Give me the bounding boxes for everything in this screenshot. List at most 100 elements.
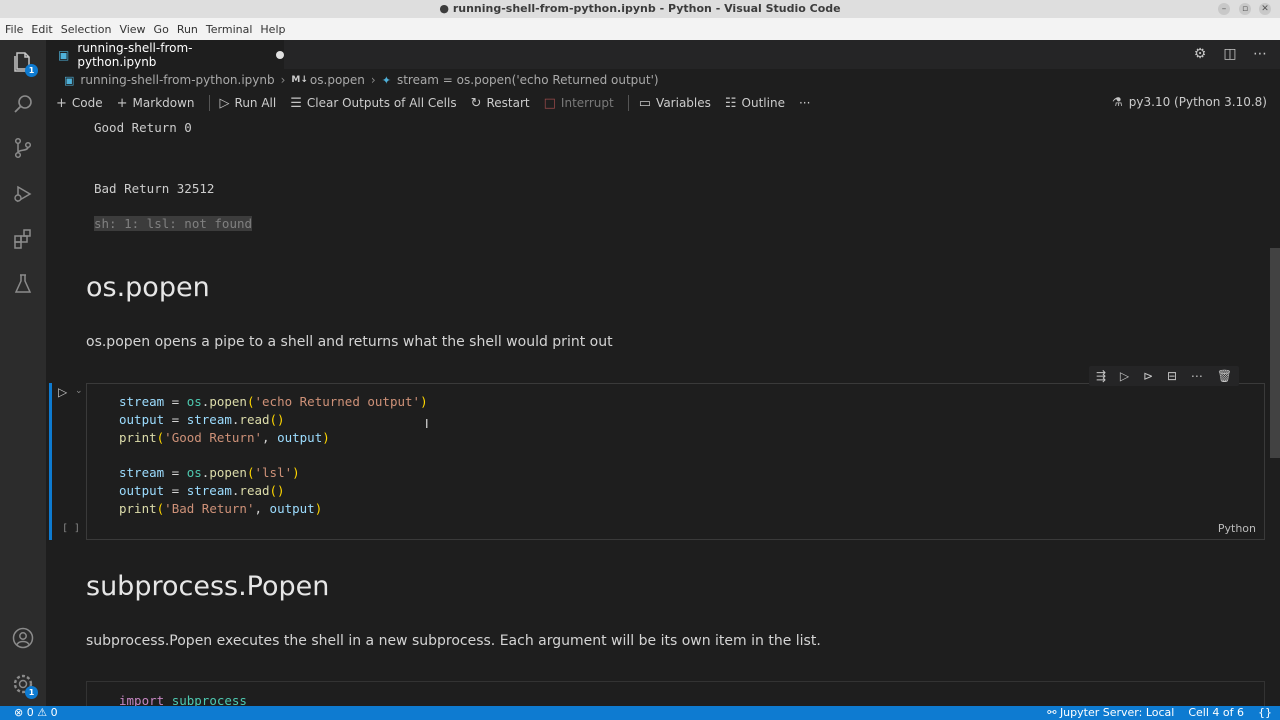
source-control-icon [14,137,32,159]
markdown-icon: M↓ [291,75,308,85]
activity-bar: 1 1 [0,40,46,706]
tab-label: running-shell-from-python.ipynb [77,41,193,69]
notifications-icon[interactable]: {} [1258,706,1272,720]
menu-terminal[interactable]: Terminal [206,23,253,36]
run-all-icon: ▷ [219,95,230,111]
explorer-button[interactable]: 1 [9,48,38,77]
notebook-toolbar: + Code + Markdown ▷ Run All ☰ Clear Outputs … [46,91,1280,115]
menu-selection[interactable]: Selection [61,23,112,36]
plug-icon: ⚯ [1047,706,1060,719]
add-code-cell-button[interactable]: + Code [56,96,103,111]
split-editor-icon[interactable]: ◫ [1222,46,1238,62]
add-markdown-cell-button[interactable]: + Markdown [117,96,195,111]
chevron-right-icon: › [370,73,376,87]
tab-notebook[interactable]: ▣ running-shell-from-python.ipynb [46,40,284,69]
code-keyword: import [119,693,165,706]
cell-position[interactable]: Cell 4 of 6 [1188,706,1244,720]
code-module: subprocess [171,693,247,706]
menu-view[interactable]: View [119,23,145,36]
notebook-file-icon: ▣ [58,48,70,62]
chevron-right-icon: › [280,73,286,87]
restart-button[interactable]: ↻ Restart [471,96,530,111]
code-line: output = stream.read() [119,483,285,498]
markdown-heading-popen: os.popen [86,272,210,303]
code-line: output = stream.read() [119,412,285,427]
execute-above-icon[interactable]: ▷ [1120,369,1129,383]
more-cell-actions-icon[interactable]: ⋯ [1191,369,1203,383]
more-toolbar-button[interactable]: ··· [799,96,810,110]
cell-language[interactable]: Python [1218,522,1256,535]
flask-icon [14,274,32,293]
breadcrumb-section[interactable]: os.popen [310,73,365,87]
more-actions-icon[interactable]: ⋯ [1252,46,1268,62]
window-title: ● running-shell-from-python.ipynb - Pyth… [439,2,841,15]
search-button[interactable] [9,90,37,118]
minimize-button[interactable]: – [1218,3,1230,15]
run-debug-button[interactable] [9,180,37,208]
manage-button[interactable]: 1 [9,670,38,699]
problems-indicator[interactable]: ⊗ 0 ⚠ 0 [14,706,58,720]
outline-button[interactable]: ☷ Outline [725,96,785,111]
notebook-editor: Good Return 0 Bad Return 32512 sh: 1: ls… [46,115,1268,706]
menu-file[interactable]: File [5,23,23,36]
cell-focus-indicator [49,383,52,540]
delete-cell-icon[interactable]: 🗑 [1217,369,1232,383]
breadcrumb: ▣ running-shell-from-python.ipynb › M↓ o… [46,69,1280,91]
interrupt-button[interactable]: □ Interrupt [544,96,614,111]
text-cursor-icon: I [425,417,429,431]
code-line: print('Bad Return', output) [119,501,323,516]
extensions-button[interactable] [9,225,37,253]
jupyter-server-status[interactable]: ⚯ Jupyter Server: Local [1047,706,1174,720]
account-icon [12,627,34,649]
chevron-down-icon[interactable]: ⌄ [75,386,83,396]
close-button[interactable]: ✕ [1259,3,1271,15]
plus-icon: + [56,95,67,111]
menu-bar: File Edit Selection View Go Run Terminal… [0,18,1280,40]
status-bar: ⊗ 0 ⚠ 0 ⚯ Jupyter Server: Local Cell 4 o… [0,706,1280,720]
plus-icon: + [116,95,128,111]
stop-icon: □ [543,95,556,111]
kernel-picker[interactable]: ⚗ py3.10 (Python 3.10.8) [1112,95,1267,109]
run-cell-button[interactable]: ▷ [58,385,67,399]
markdown-text-popen: os.popen opens a pipe to a shell and ret… [86,334,613,350]
breadcrumb-symbol[interactable]: stream = os.popen('echo Returned output'… [397,73,659,87]
restart-icon: ↻ [470,95,482,111]
scrollbar-thumb[interactable] [1270,248,1280,458]
run-debug-icon [14,185,32,203]
unsaved-dot-icon[interactable] [276,51,284,59]
menu-edit[interactable]: Edit [31,23,52,36]
menu-help[interactable]: Help [260,23,285,36]
run-by-line-icon[interactable]: ⇶ [1096,369,1106,383]
search-icon [14,95,32,113]
markdown-heading-subprocess: subprocess.Popen [86,571,330,602]
menu-run[interactable]: Run [177,23,198,36]
breadcrumb-file[interactable]: running-shell-from-python.ipynb [80,73,274,87]
cell-toolbar: ⇶ ▷ ⊳ ⊟ ⋯ 🗑 [1089,366,1239,386]
code-line: print('Good Return', output) [119,430,330,445]
maximize-button[interactable]: ▫ [1239,3,1251,15]
settings-gear-icon[interactable]: ⚙ [1192,46,1208,62]
python-icon: ✦ [381,73,391,87]
window-title-bar: ● running-shell-from-python.ipynb - Pyth… [0,0,1280,18]
code-line: stream = os.popen('lsl') [119,465,300,480]
variables-button[interactable]: ▭ Variables [639,96,711,111]
menu-go[interactable]: Go [154,23,169,36]
error-icon: ⊗ [14,706,24,719]
source-control-button[interactable] [9,134,37,162]
output-stderr: sh: 1: lsl: not found [94,216,253,231]
code-cell[interactable]: import subprocess [86,681,1265,706]
clear-outputs-button[interactable]: ☰ Clear Outputs of All Cells [290,96,456,111]
split-cell-icon[interactable]: ⊟ [1167,369,1177,383]
code-line: stream = os.popen('echo Returned output'… [119,394,428,409]
markdown-text-subprocess: subprocess.Popen executes the shell in a… [86,633,821,649]
editor-tab-bar: ▣ running-shell-from-python.ipynb ⚙ ◫ ⋯ [46,40,1280,69]
output-bad-return: Bad Return 32512 [94,181,215,196]
testing-button[interactable] [9,270,37,298]
outline-icon: ☷ [724,95,737,111]
extensions-icon [14,229,31,249]
run-all-button[interactable]: ▷ Run All [220,96,277,111]
accounts-button[interactable] [9,624,37,652]
execute-below-icon[interactable]: ⊳ [1143,369,1153,383]
notebook-file-icon: ▣ [64,73,75,87]
clear-all-icon: ☰ [290,95,302,111]
